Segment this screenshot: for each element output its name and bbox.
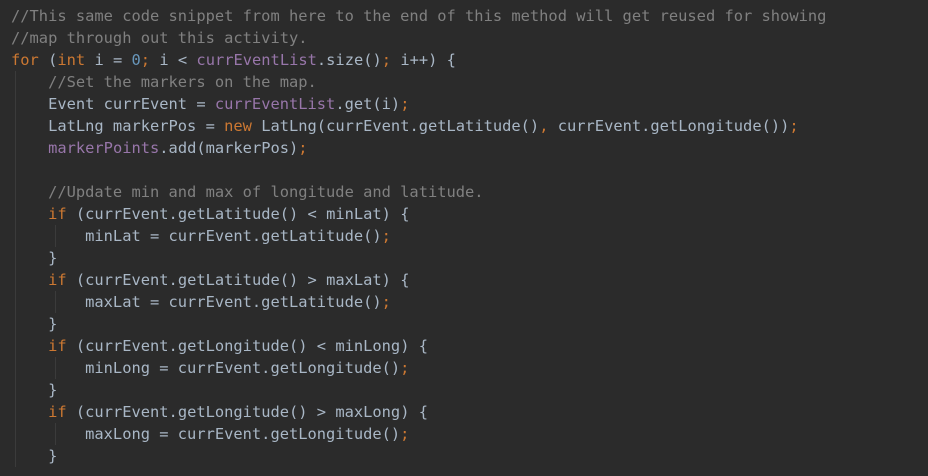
- code-token-plain: Event currEvent =: [11, 95, 215, 113]
- code-token-keyword: for: [11, 51, 39, 69]
- code-line[interactable]: if (currEvent.getLongitude() < minLong) …: [0, 335, 928, 357]
- indent-guide: [55, 357, 56, 379]
- indent-guide: [15, 335, 16, 357]
- code-line[interactable]: maxLong = currEvent.getLongitude();: [0, 423, 928, 445]
- code-token-plain: (: [38, 51, 58, 69]
- code-token-plain: LatLng(currEvent.getLatitude(): [251, 117, 540, 135]
- code-editor[interactable]: //This same code snippet from here to th…: [0, 0, 928, 476]
- code-line[interactable]: markerPoints.add(markerPos);: [0, 137, 928, 159]
- code-token-field: markerPoints: [48, 139, 160, 157]
- code-token-punct: ;: [381, 51, 401, 69]
- code-line[interactable]: maxLat = currEvent.getLatitude();: [0, 291, 928, 313]
- code-token-plain: currEvent.getLongitude()): [557, 117, 790, 135]
- code-line[interactable]: }: [0, 379, 928, 401]
- code-token-keyword: if: [48, 403, 67, 421]
- code-token-plain: i =: [85, 51, 132, 69]
- code-token-punct: ,: [539, 117, 558, 135]
- indent-guide: [15, 93, 16, 115]
- code-line[interactable]: if (currEvent.getLatitude() < minLat) {: [0, 203, 928, 225]
- code-token-punct: ;: [400, 425, 410, 443]
- code-token-plain: maxLat = currEvent.getLatitude(): [11, 293, 382, 311]
- code-token-punct: ;: [400, 359, 410, 377]
- indent-guide: [15, 401, 16, 423]
- code-token-keyword: if: [48, 205, 67, 223]
- code-token-keyword: if: [48, 337, 67, 355]
- indent-guide: [15, 357, 16, 379]
- code-line[interactable]: minLat = currEvent.getLatitude();: [0, 225, 928, 247]
- indent-guide: [15, 203, 16, 225]
- code-token-plain: i++) {: [400, 51, 456, 69]
- code-token-plain: (currEvent.getLatitude() < minLat) {: [66, 205, 410, 223]
- indent-guide: [15, 269, 16, 291]
- indent-guide: [15, 181, 16, 203]
- indent-guide: [55, 423, 56, 445]
- code-token-plain: (currEvent.getLongitude() > maxLong) {: [66, 403, 428, 421]
- code-token-plain: (currEvent.getLongitude() < minLong) {: [66, 337, 428, 355]
- code-token-plain: .get(i): [335, 95, 401, 113]
- code-line[interactable]: [0, 159, 928, 181]
- indent-guide: [15, 71, 16, 93]
- code-token-plain: .add(markerPos): [159, 139, 299, 157]
- code-token-comment: //Update min and max of longitude and la…: [11, 183, 484, 201]
- code-line[interactable]: if (currEvent.getLongitude() > maxLong) …: [0, 401, 928, 423]
- code-line[interactable]: //Set the markers on the map.: [0, 71, 928, 93]
- indent-guide: [15, 225, 16, 247]
- code-token-keyword: int: [57, 51, 86, 69]
- code-token-punct: ;: [140, 51, 160, 69]
- code-token-plain: (currEvent.getLatitude() > maxLat) {: [66, 271, 410, 289]
- code-token-punct: ;: [789, 117, 799, 135]
- code-token-plain: .size(): [316, 51, 382, 69]
- indent-guide: [15, 247, 16, 269]
- indent-guide: [55, 225, 56, 247]
- code-token-plain: }: [11, 249, 58, 267]
- indent-guide: [15, 313, 16, 335]
- code-token-punct: ;: [381, 227, 391, 245]
- code-token-field: currEventList: [214, 95, 336, 113]
- code-token-punct: ;: [400, 95, 410, 113]
- code-token-punct: ;: [298, 139, 308, 157]
- indent-guide: [55, 291, 56, 313]
- code-line[interactable]: LatLng markerPos = new LatLng(currEvent.…: [0, 115, 928, 137]
- code-token-plain: }: [11, 381, 58, 399]
- code-token-field: currEventList: [196, 51, 317, 69]
- code-token-plain: }: [11, 447, 58, 465]
- code-line[interactable]: //This same code snippet from here to th…: [0, 5, 928, 27]
- code-token-plain: }: [11, 315, 58, 333]
- code-token-punct: ;: [381, 293, 391, 311]
- code-token-plain: minLat = currEvent.getLatitude(): [11, 227, 382, 245]
- code-token-plain: minLong = currEvent.getLongitude(): [11, 359, 401, 377]
- indent-guide: [15, 115, 16, 137]
- code-line[interactable]: //Update min and max of longitude and la…: [0, 181, 928, 203]
- code-line[interactable]: minLong = currEvent.getLongitude();: [0, 357, 928, 379]
- indent-guide: [15, 291, 16, 313]
- code-token-plain: LatLng markerPos =: [11, 117, 225, 135]
- code-line[interactable]: Event currEvent = currEventList.get(i);: [0, 93, 928, 115]
- code-token-number: 0: [131, 51, 141, 69]
- indent-guide: [15, 445, 16, 467]
- code-token-keyword: if: [48, 271, 67, 289]
- code-line[interactable]: }: [0, 247, 928, 269]
- code-line[interactable]: for (int i = 0; i < currEventList.size()…: [0, 49, 928, 71]
- code-line[interactable]: //map through out this activity.: [0, 27, 928, 49]
- code-line[interactable]: }: [0, 313, 928, 335]
- code-line[interactable]: if (currEvent.getLatitude() > maxLat) {: [0, 269, 928, 291]
- code-token-keyword: new: [224, 117, 252, 135]
- indent-guide: [15, 379, 16, 401]
- code-line[interactable]: }: [0, 445, 928, 467]
- code-token-comment: //map through out this activity.: [11, 29, 308, 47]
- code-token-plain: maxLong = currEvent.getLongitude(): [11, 425, 401, 443]
- indent-guide: [15, 423, 16, 445]
- code-token-comment: //This same code snippet from here to th…: [11, 7, 827, 25]
- code-token-plain: i <: [159, 51, 197, 69]
- indent-guide: [15, 159, 16, 181]
- indent-guide: [15, 137, 16, 159]
- code-token-comment: //Set the markers on the map.: [11, 73, 317, 91]
